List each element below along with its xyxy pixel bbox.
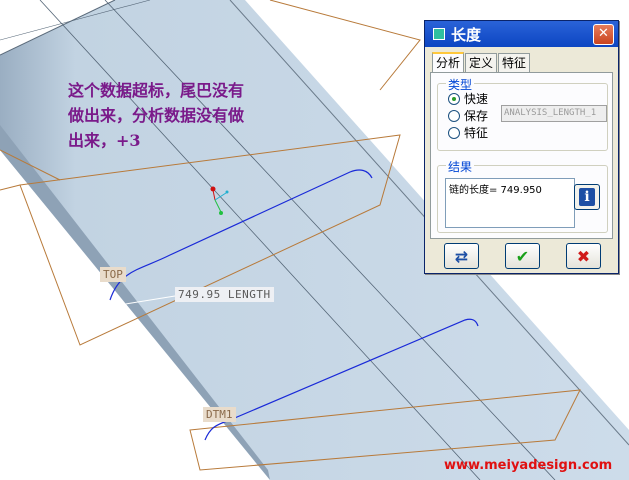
repeat-arrows-icon: ⇄	[454, 246, 469, 266]
ok-button[interactable]: ✔	[505, 243, 540, 269]
radio-quick[interactable]: 快速	[448, 90, 488, 107]
radio-quick-indicator[interactable]	[448, 92, 460, 105]
dialog-titlebar[interactable]: 长度 ✕	[425, 21, 618, 47]
radio-quick-label: 快速	[464, 92, 489, 106]
result-group-title: 结果	[446, 158, 475, 175]
red-x-icon: ✖	[576, 246, 591, 266]
repeat-button[interactable]: ⇄	[444, 243, 479, 269]
cancel-button[interactable]: ✖	[566, 243, 601, 269]
dialog-app-icon	[433, 28, 445, 40]
green-check-icon: ✔	[515, 246, 530, 266]
annotation-line: 这个数据超标，尾巴没有	[68, 81, 245, 100]
radio-feature-label: 特征	[464, 126, 489, 140]
tab-analysis[interactable]: 分析	[432, 52, 465, 73]
close-icon: ✕	[598, 25, 609, 41]
datum-label-top[interactable]: TOP	[100, 267, 126, 282]
watermark: www.meiyadesign.com	[444, 458, 613, 473]
annotation-line: 做出来，分析数据没有做	[68, 106, 245, 125]
radio-save-label: 保存	[464, 109, 489, 123]
radio-save-indicator[interactable]	[448, 109, 460, 122]
annotation-line: 出来，+3	[68, 131, 141, 150]
tab-definition[interactable]: 定义	[465, 53, 498, 72]
analysis-tab-panel: 类型 快速 保存 特征 ANALYSIS_LENGTH_1 结果 链的长度= 7…	[430, 72, 613, 239]
radio-feature-indicator[interactable]	[448, 126, 460, 139]
datum-label-dtm1[interactable]: DTM1	[203, 407, 236, 422]
close-button[interactable]: ✕	[593, 23, 614, 45]
info-button[interactable]: i	[574, 184, 600, 210]
result-group: 结果 链的长度= 749.950 i	[437, 158, 608, 233]
tab-feature[interactable]: 特征	[498, 53, 531, 72]
leader-arrowhead-icon	[112, 302, 120, 309]
result-text-area[interactable]: 链的长度= 749.950	[445, 178, 575, 228]
radio-save[interactable]: 保存	[448, 107, 488, 124]
length-dimension-label[interactable]: 749.95 LENGTH	[175, 287, 274, 302]
analysis-name-field[interactable]: ANALYSIS_LENGTH_1	[501, 105, 607, 122]
dialog-title: 长度	[451, 25, 482, 44]
type-group: 类型 快速 保存 特征 ANALYSIS_LENGTH_1	[437, 76, 608, 151]
annotation-note: 这个数据超标，尾巴没有 做出来，分析数据没有做 出来，+3	[68, 78, 308, 153]
info-icon: i	[579, 188, 595, 206]
dialog-tabs: 分析 定义 特征	[432, 52, 531, 73]
length-dialog: 长度 ✕ 分析 定义 特征 类型 快速 保存 特征 ANALYSIS_LENGT…	[424, 20, 619, 274]
radio-feature[interactable]: 特征	[448, 124, 488, 141]
